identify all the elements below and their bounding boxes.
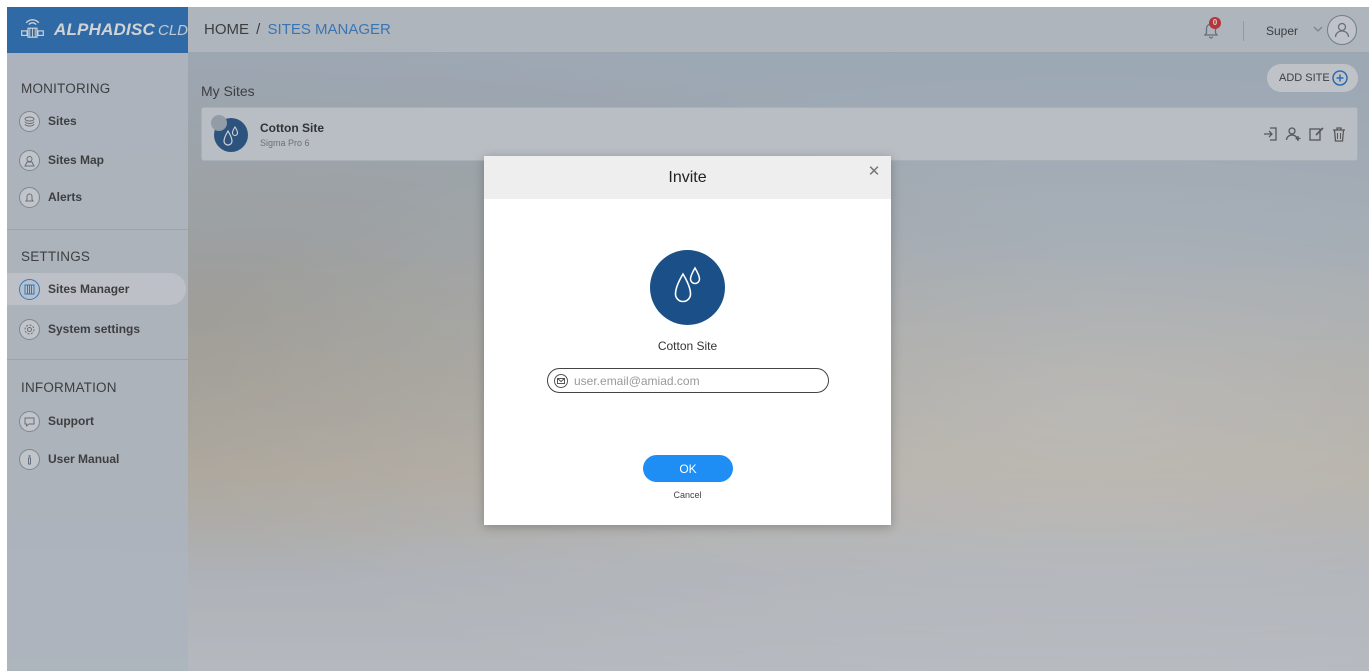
invite-dialog: Invite ✕ Cotton Site OK Cancel [484,156,891,525]
dialog-site-name: Cotton Site [657,339,718,353]
dialog-title: Invite [668,168,707,186]
app-frame: ALPHADISC CLD HOME / SITES MANAGER 0 Sup… [7,7,1369,671]
dialog-header: Invite ✕ [484,156,891,199]
water-drops-icon [674,266,701,303]
email-input[interactable] [574,373,814,388]
site-avatar-large [650,250,725,325]
cancel-button[interactable]: Cancel [484,490,891,500]
ok-button[interactable]: OK [643,455,733,482]
close-icon[interactable]: ✕ [867,163,881,180]
email-field[interactable] [547,368,829,393]
mail-icon [554,373,568,388]
